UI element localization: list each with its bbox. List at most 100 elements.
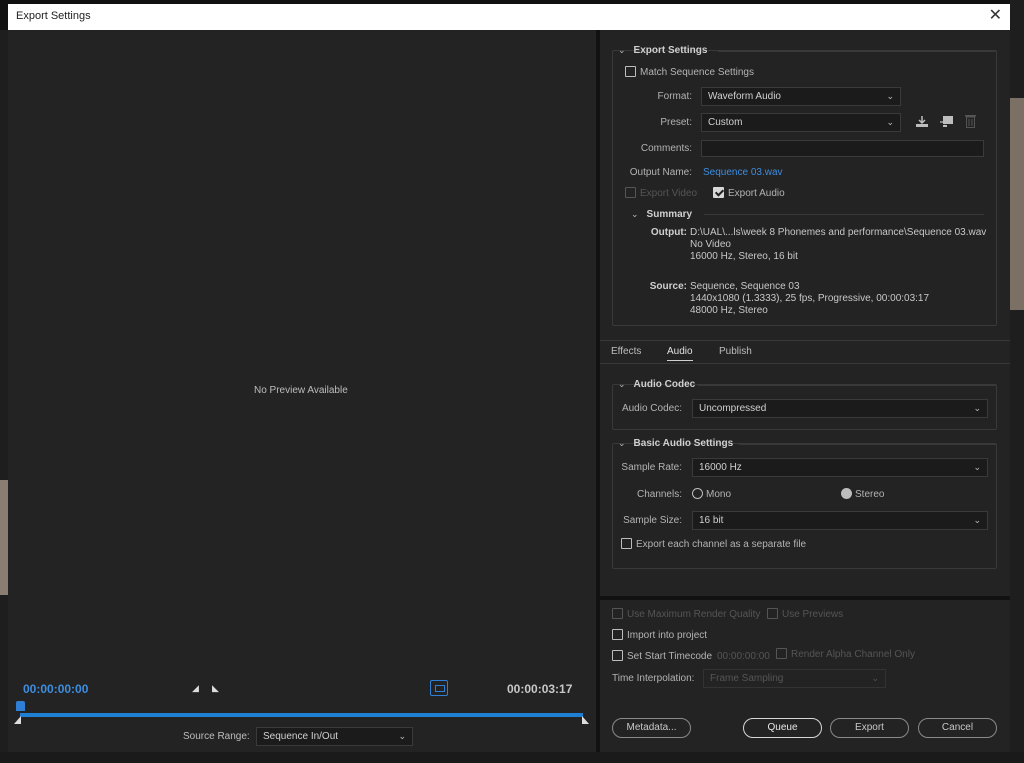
separate-channels-label: Export each channel as a separate file [636, 539, 807, 550]
summary-source-line-1: Sequence, Sequence 03 [690, 281, 800, 292]
sample-rate-value: 16000 Hz [699, 462, 742, 473]
match-sequence-label: Match Sequence Settings [640, 67, 754, 78]
export-button[interactable]: Export [830, 718, 909, 738]
background-app-left [0, 30, 8, 763]
start-timecode-checkbox[interactable] [612, 650, 623, 661]
time-interpolation-dropdown[interactable]: Frame Sampling ⌄ [703, 669, 886, 688]
use-previews-label: Use Previews [782, 609, 844, 620]
aspect-fit-icon[interactable] [430, 680, 448, 696]
start-timecode-value[interactable]: 00:00:00:00 [717, 651, 770, 662]
time-interpolation-label: Time Interpolation: [612, 673, 695, 684]
format-dropdown[interactable]: Waveform Audio ⌄ [701, 87, 901, 106]
summary-source-line-2: 1440x1080 (1.3333), 25 fps, Progressive,… [690, 293, 930, 304]
audio-codec-header[interactable]: ⌄ Audio Codec [618, 379, 695, 390]
tab-effects[interactable]: Effects [611, 346, 641, 357]
chevron-down-icon: ⌄ [886, 91, 894, 101]
output-name-label: Output Name: [629, 167, 692, 178]
in-point-handle[interactable] [14, 716, 21, 724]
collapse-chevron-icon: ⌄ [618, 438, 626, 448]
collapse-chevron-icon: ⌄ [618, 379, 626, 389]
collapse-chevron-icon: ⌄ [618, 45, 626, 55]
sample-size-value: 16 bit [699, 515, 724, 526]
source-range-label: Source Range: [183, 731, 250, 742]
comments-input[interactable] [701, 140, 984, 157]
tabs-rule [600, 340, 1010, 341]
source-range-dropdown[interactable]: Sequence In/Out ⌄ [256, 727, 413, 746]
chevron-down-icon: ⌄ [973, 403, 981, 413]
export-settings-header[interactable]: ⌄ Export Settings [618, 45, 707, 56]
alpha-only-label: Render Alpha Channel Only [791, 649, 915, 660]
summary-output-label: Output: [650, 227, 687, 238]
set-in-point-icon[interactable]: ◢ [192, 683, 199, 694]
summary-source-line-3: 48000 Hz, Stereo [690, 305, 768, 316]
output-name-link[interactable]: Sequence 03.wav [703, 167, 783, 178]
format-label: Format: [657, 91, 692, 102]
timeline-bar[interactable] [20, 713, 583, 717]
import-preset-icon[interactable] [939, 115, 954, 131]
dialog-titlebar: Export Settings ✕ [8, 4, 1010, 30]
pane-divider[interactable] [596, 30, 600, 752]
no-preview-message: No Preview Available [254, 385, 348, 396]
queue-button[interactable]: Queue [743, 718, 822, 738]
preset-label: Preset: [660, 117, 692, 128]
background-thumbnail-left [0, 480, 8, 595]
mono-label: Mono [706, 489, 732, 500]
separate-channels-checkbox[interactable] [621, 538, 632, 549]
preset-dropdown[interactable]: Custom ⌄ [701, 113, 901, 132]
background-app-bottom [0, 752, 1024, 763]
alpha-only-checkbox[interactable] [776, 648, 787, 659]
audio-codec-value: Uncompressed [699, 403, 767, 414]
export-video-label: Export Video [640, 188, 698, 199]
chevron-down-icon: ⌄ [886, 117, 894, 127]
tab-publish[interactable]: Publish [719, 346, 752, 357]
audio-codec-dropdown[interactable]: Uncompressed ⌄ [692, 399, 988, 418]
comments-label: Comments: [640, 143, 692, 154]
save-preset-icon[interactable] [915, 115, 929, 131]
out-point-handle[interactable] [582, 716, 589, 724]
background-thumbnail-right [1010, 98, 1024, 310]
playhead-icon[interactable] [16, 701, 25, 711]
import-project-label: Import into project [627, 630, 708, 641]
chevron-down-icon: ⌄ [973, 515, 981, 525]
cancel-button[interactable]: Cancel [918, 718, 997, 738]
export-audio-checkbox[interactable] [713, 187, 724, 198]
chevron-down-icon: ⌄ [398, 731, 406, 741]
panel-divider-horizontal [600, 596, 1010, 600]
summary-output-line-1: D:\UAL\...ls\week 8 Phonemes and perform… [690, 227, 987, 238]
max-render-quality-checkbox[interactable] [612, 608, 623, 619]
summary-header[interactable]: ⌄ Summary [631, 209, 692, 220]
tabs-bottom-rule [600, 363, 1010, 364]
metadata-button[interactable]: Metadata... [612, 718, 691, 738]
section-rule [739, 444, 996, 445]
export-audio-label: Export Audio [728, 188, 785, 199]
max-render-quality-label: Use Maximum Render Quality [627, 609, 761, 620]
mono-radio[interactable] [692, 488, 703, 499]
sample-rate-dropdown[interactable]: 16000 Hz ⌄ [692, 458, 988, 477]
tab-audio[interactable]: Audio [667, 346, 693, 361]
chevron-down-icon: ⌄ [871, 673, 879, 683]
section-rule [698, 385, 996, 386]
export-video-checkbox[interactable] [625, 187, 636, 198]
use-previews-checkbox[interactable] [767, 608, 778, 619]
preset-value: Custom [708, 117, 743, 128]
sample-rate-label: Sample Rate: [621, 462, 682, 473]
start-timecode-label: Set Start Timecode [627, 651, 713, 662]
summary-output-line-3: 16000 Hz, Stereo, 16 bit [690, 251, 798, 262]
sample-size-label: Sample Size: [623, 515, 682, 526]
timecode-in[interactable]: 00:00:00:00 [23, 682, 88, 696]
sample-size-dropdown[interactable]: 16 bit ⌄ [692, 511, 988, 530]
import-project-checkbox[interactable] [612, 629, 623, 640]
basic-audio-header[interactable]: ⌄ Basic Audio Settings [618, 438, 733, 449]
timecode-out: 00:00:03:17 [507, 682, 573, 696]
summary-output-line-2: No Video [690, 239, 731, 250]
stereo-radio[interactable] [841, 488, 852, 499]
chevron-down-icon: ⌄ [973, 462, 981, 472]
summary-source-label: Source: [649, 281, 687, 292]
stereo-label: Stereo [855, 489, 885, 500]
match-sequence-checkbox[interactable] [625, 66, 636, 77]
channels-label: Channels: [636, 489, 682, 500]
set-out-point-icon[interactable]: ◣ [212, 683, 219, 694]
delete-preset-icon[interactable] [965, 114, 976, 131]
close-icon[interactable]: ✕ [989, 6, 1002, 26]
format-value: Waveform Audio [708, 91, 781, 102]
